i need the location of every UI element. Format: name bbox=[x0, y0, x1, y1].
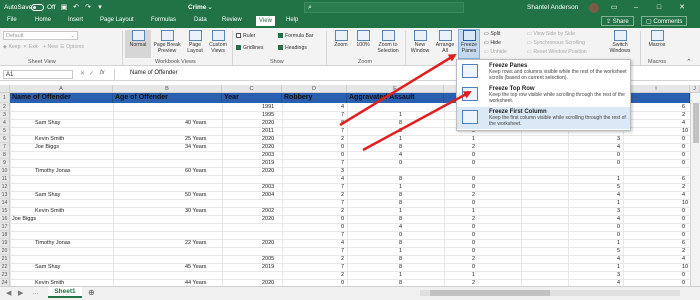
next-sheet-icon[interactable]: ▶ bbox=[18, 289, 23, 297]
sheet-tab-bar: ◀ ▶ … Sheet1 ⊕ bbox=[0, 286, 700, 300]
arrow-to-freeze-panes bbox=[339, 53, 457, 127]
add-sheet-icon[interactable]: ⊕ bbox=[88, 288, 95, 297]
sheet-tab[interactable]: Sheet1 bbox=[48, 287, 82, 298]
horizontal-scrollbar[interactable] bbox=[420, 290, 680, 296]
scroll-thumb[interactable] bbox=[430, 290, 550, 296]
prev-sheet-icon[interactable]: ◀ bbox=[6, 289, 11, 297]
annotation-arrows bbox=[339, 53, 472, 152]
more-sheets-icon[interactable]: … bbox=[32, 289, 39, 296]
